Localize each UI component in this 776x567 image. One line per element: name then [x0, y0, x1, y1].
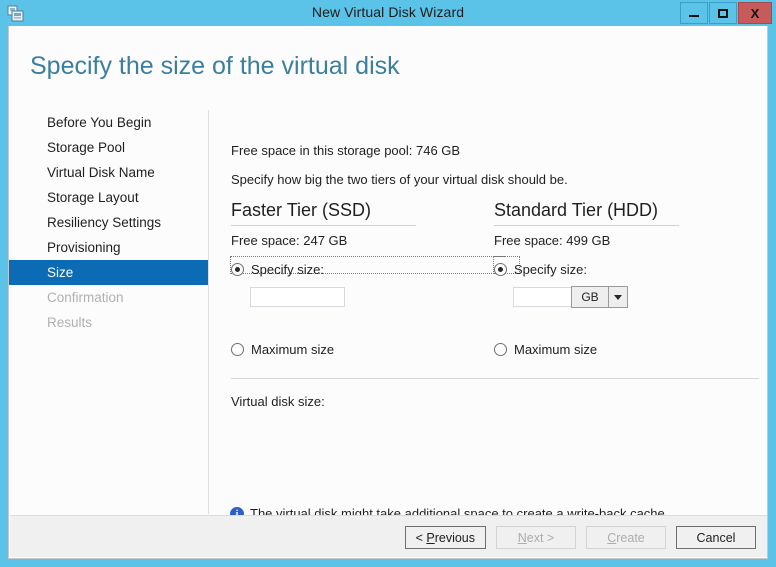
content-panel: Free space in this storage pool: 746 GB … [209, 110, 768, 521]
faster-tier-free-space: Free space: 247 GB [231, 233, 348, 248]
sidebar-item-provisioning[interactable]: Provisioning [9, 235, 208, 260]
faster-tier-specify-size-label: Specify size: [251, 262, 324, 277]
section-divider [231, 378, 759, 379]
radio-indicator-icon [231, 343, 244, 356]
close-button[interactable]: X [738, 2, 772, 24]
standard-tier-specify-size-radio[interactable]: Specify size: [494, 262, 587, 277]
faster-tier-group: Faster Tier (SSD) Free space: 247 GB [231, 200, 421, 248]
previous-button-rest: revious [434, 530, 475, 545]
wizard-steps-sidebar: Before You Begin Storage Pool Virtual Di… [9, 110, 208, 514]
standard-tier-rule [494, 225, 679, 226]
window-controls: X [679, 2, 772, 24]
faster-tier-size-input[interactable] [251, 288, 344, 306]
standard-tier-group: Standard Tier (HDD) Free space: 499 GB [494, 200, 684, 248]
radio-indicator-icon [231, 263, 244, 276]
previous-button[interactable]: < Previous [404, 526, 486, 549]
instruction-text: Specify how big the two tiers of your vi… [231, 172, 568, 187]
free-space-pool-text: Free space in this storage pool: 746 GB [231, 143, 461, 158]
sidebar-item-storage-layout[interactable]: Storage Layout [9, 185, 208, 210]
window-title: New Virtual Disk Wizard [311, 4, 465, 20]
client-area: Specify the size of the virtual disk Bef… [8, 26, 768, 559]
standard-tier-specify-size-label: Specify size: [514, 262, 587, 277]
footer-bar: < Previous Next > Create Cancel [10, 515, 767, 557]
faster-tier-maximum-size-radio[interactable]: Maximum size [231, 342, 334, 357]
maximize-button[interactable] [709, 2, 737, 24]
standard-tier-heading: Standard Tier (HDD) [494, 200, 659, 220]
faster-tier-unit-value: GB [572, 287, 608, 307]
radio-indicator-icon [494, 263, 507, 276]
faster-tier-unit-dropdown[interactable]: GB [571, 286, 628, 308]
faster-tier-heading: Faster Tier (SSD) [231, 200, 372, 220]
chevron-down-icon[interactable] [608, 287, 627, 307]
sidebar-item-virtual-disk-name[interactable]: Virtual Disk Name [9, 160, 208, 185]
create-button: Create [586, 526, 666, 549]
cancel-button[interactable]: Cancel [676, 526, 756, 549]
minimize-button[interactable] [680, 2, 708, 24]
create-button-rest: reate [616, 530, 645, 545]
maximize-icon [718, 8, 728, 18]
radio-indicator-icon [494, 343, 507, 356]
faster-tier-specify-size-radio[interactable]: Specify size: [231, 262, 324, 277]
standard-tier-maximum-size-label: Maximum size [514, 342, 598, 357]
standard-tier-free-space: Free space: 499 GB [494, 233, 611, 248]
faster-tier-rule [231, 225, 416, 226]
faster-tier-maximum-size-label: Maximum size [251, 342, 335, 357]
sidebar-item-confirmation: Confirmation [47, 290, 124, 305]
standard-tier-maximum-size-radio[interactable]: Maximum size [494, 342, 597, 357]
sidebar-item-resiliency-settings[interactable]: Resiliency Settings [9, 210, 208, 235]
title-bar[interactable]: New Virtual Disk Wizard X [0, 0, 776, 26]
sidebar-item-size[interactable]: Size [9, 260, 208, 285]
next-button-rest: ext > [526, 530, 555, 545]
faster-tier-size-input-wrap[interactable] [250, 287, 345, 307]
footer-buttons: < Previous Next > Create Cancel [395, 526, 756, 549]
sidebar-item-results: Results [47, 315, 93, 330]
virtual-disk-size-label: Virtual disk size: [231, 394, 325, 409]
minimize-icon [689, 14, 699, 17]
sidebar-item-before-you-begin[interactable]: Before You Begin [9, 110, 208, 135]
page-title: Specify the size of the virtual disk [30, 52, 400, 80]
next-button: Next > [496, 526, 576, 549]
wizard-window: New Virtual Disk Wizard X Specify the si… [0, 0, 776, 567]
sidebar-item-storage-pool[interactable]: Storage Pool [9, 135, 208, 160]
